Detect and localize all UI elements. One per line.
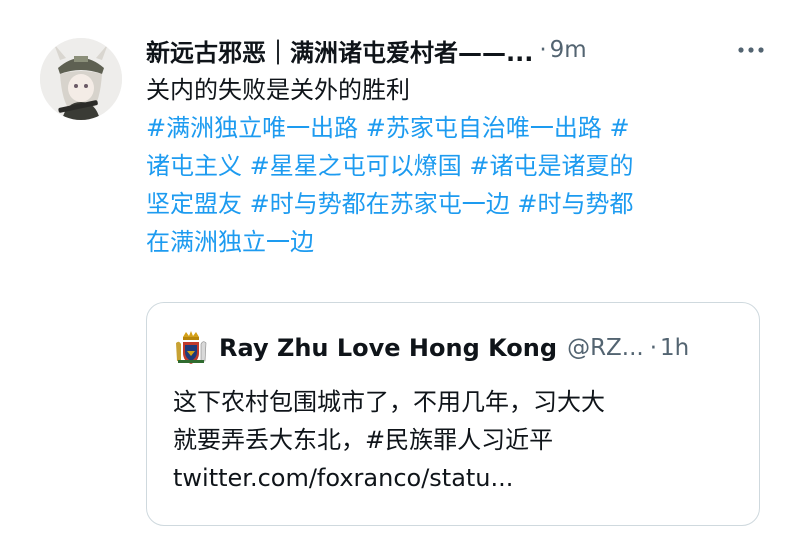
tweet-text: 关内的失败是关外的胜利 #满洲独立唯一出路 #苏家屯自治唯一出路 # 诸屯主义 … bbox=[146, 71, 766, 261]
tweet-text-line: 关内的失败是关外的胜利 bbox=[146, 76, 410, 104]
quote-link[interactable]: twitter.com/foxranco/statu... bbox=[173, 459, 743, 497]
quote-text-line: 就要弄丢大东北，#民族罪人习近平 bbox=[173, 426, 554, 454]
quote-header: Ray Zhu Love Hong Kong @RZ... · 1h bbox=[175, 331, 689, 365]
anime-character-avatar-image bbox=[40, 38, 122, 120]
hashtag-line[interactable]: 在满洲独立一边 bbox=[146, 223, 766, 261]
author-avatar[interactable] bbox=[40, 38, 122, 120]
quoted-author-handle[interactable]: @RZ... bbox=[567, 335, 644, 361]
tweet-header: 新远古邪恶｜满洲诸屯爱村者——... · 9m bbox=[146, 28, 766, 72]
quote-separator: · bbox=[649, 335, 658, 361]
header-separator: · bbox=[539, 37, 547, 63]
quoted-tweet-text: 这下农村包围城市了，不用几年，习大大 就要弄丢大东北，#民族罪人习近平 twit… bbox=[173, 383, 743, 497]
quote-text-line: 这下农村包围城市了，不用几年，习大大 bbox=[173, 388, 605, 416]
hashtag-line[interactable]: #满洲独立唯一出路 #苏家屯自治唯一出路 # bbox=[146, 109, 766, 147]
quoted-tweet-card[interactable]: Ray Zhu Love Hong Kong @RZ... · 1h 这下农村包… bbox=[146, 302, 760, 526]
tweet-timestamp[interactable]: 9m bbox=[550, 37, 587, 63]
more-horizontal-icon[interactable] bbox=[736, 38, 766, 62]
quoted-author-name[interactable]: Ray Zhu Love Hong Kong bbox=[219, 334, 557, 362]
tweet-body: 新远古邪恶｜满洲诸屯爱村者——... · 9m 关内的失败是关外的胜利 #满洲独… bbox=[146, 28, 766, 261]
quoted-tweet-timestamp[interactable]: 1h bbox=[660, 335, 689, 361]
coat-of-arms-icon bbox=[176, 331, 207, 364]
author-name[interactable]: 新远古邪恶｜满洲诸屯爱村者——... bbox=[146, 33, 533, 68]
hashtag-line[interactable]: 诸屯主义 #星星之屯可以燎国 #诸屯是诸夏的 bbox=[146, 147, 766, 185]
hashtag-line[interactable]: 坚定盟友 #时与势都在苏家屯一边 #时与势都 bbox=[146, 185, 766, 223]
